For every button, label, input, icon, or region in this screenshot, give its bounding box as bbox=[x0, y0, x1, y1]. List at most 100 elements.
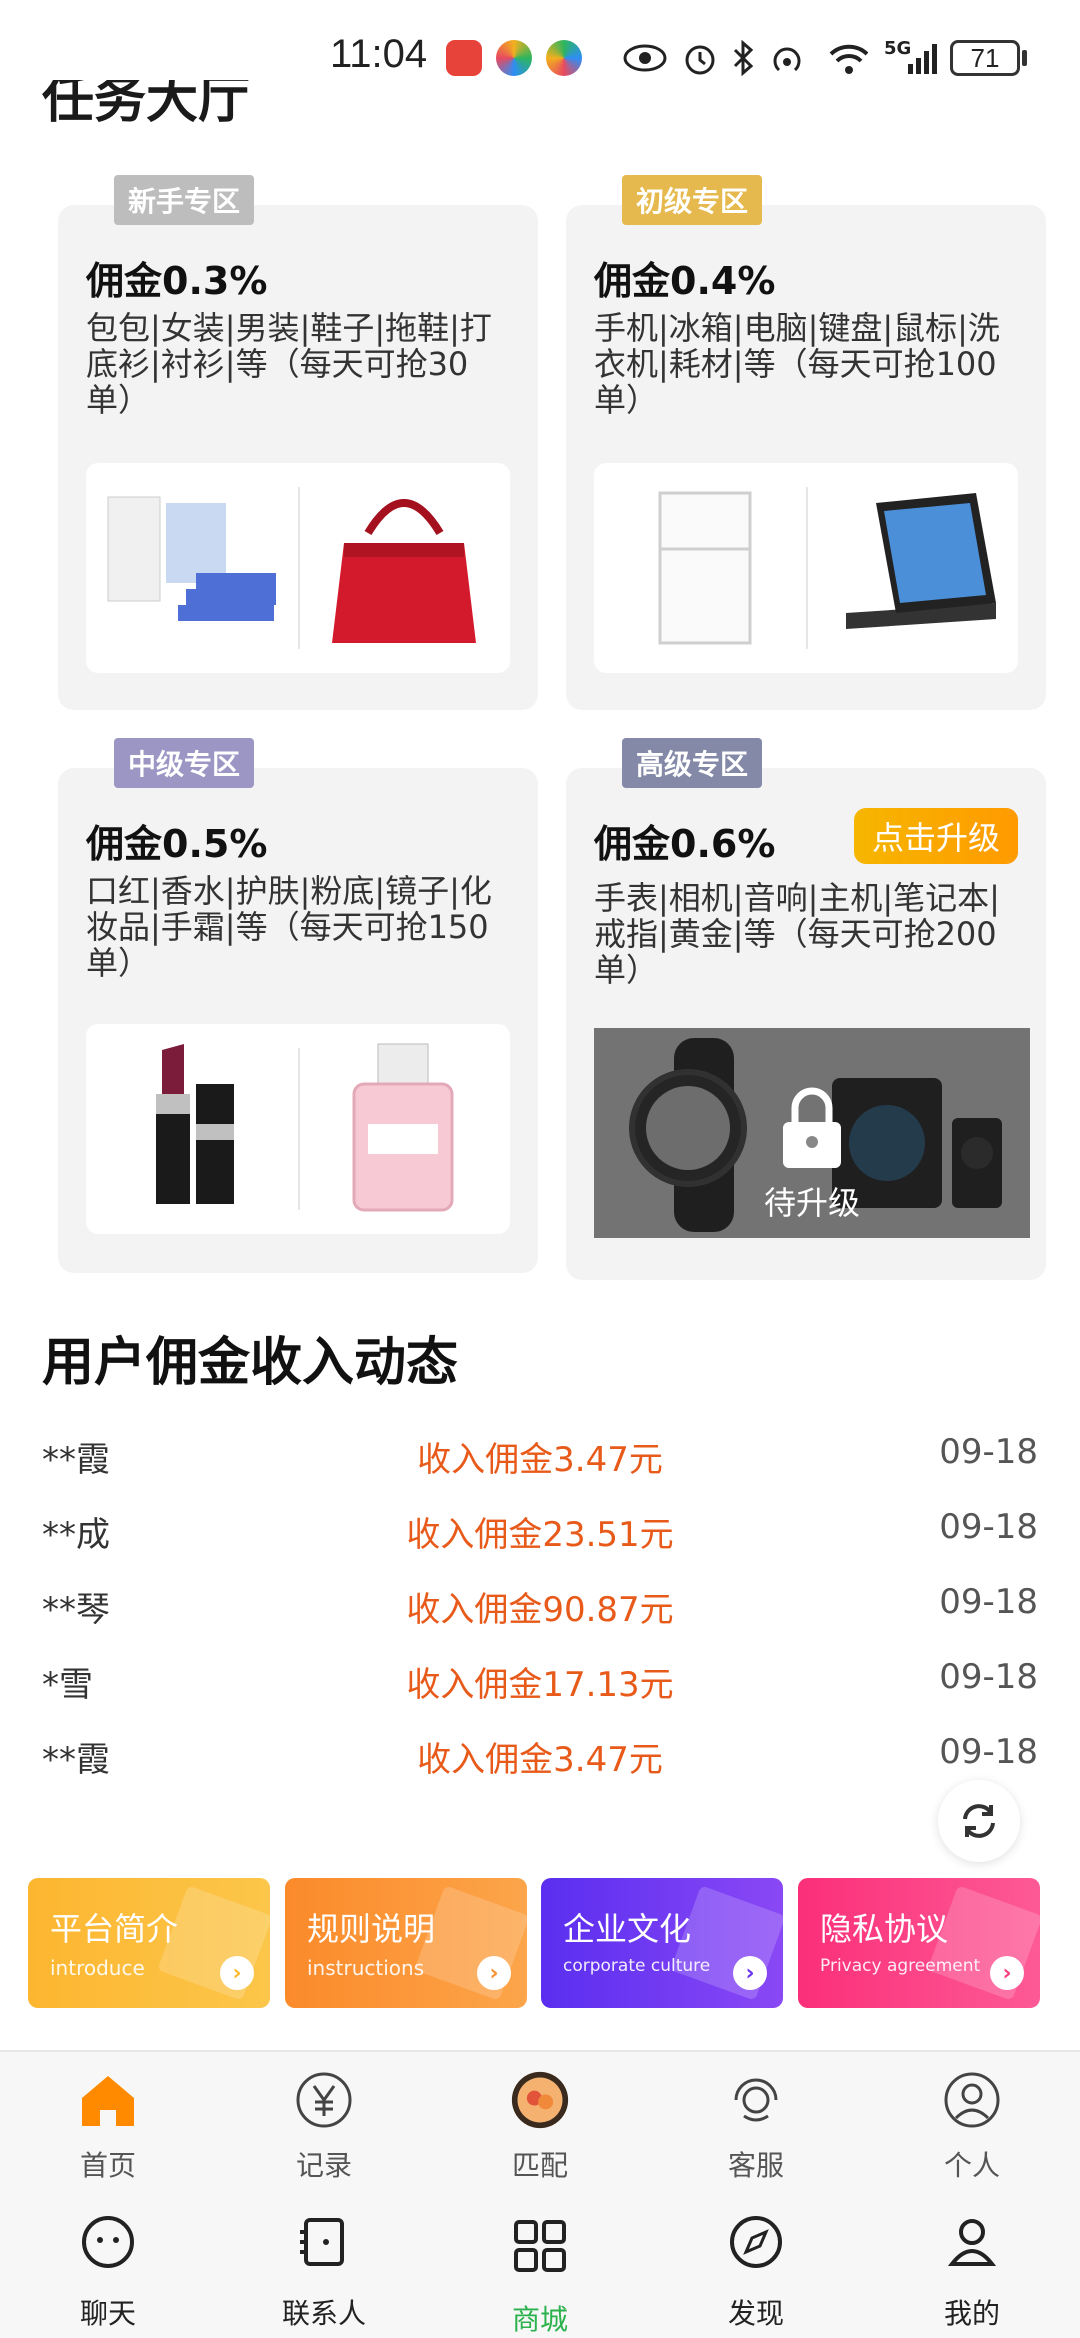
nav-me[interactable]: 我的 bbox=[864, 2190, 1080, 2338]
support-icon bbox=[726, 2070, 786, 2130]
feed-row: **霞 收入佣金3.47元 09-18 bbox=[42, 1432, 1038, 1492]
person-icon bbox=[942, 2212, 1002, 2272]
feed-date: 09-18 bbox=[939, 1507, 1038, 1547]
zone-card-senior[interactable]: 高级专区 佣金0.6% 点击升级 手表|相机|音响|主机|笔记本|戒指|黄金|等… bbox=[566, 738, 1046, 1280]
feed-row: **成 收入佣金23.51元 09-18 bbox=[42, 1507, 1038, 1567]
lock-label: 待升级 bbox=[763, 1184, 860, 1222]
feed-row: *雪 收入佣金17.13元 09-18 bbox=[42, 1657, 1038, 1717]
battery-indicator: 71 bbox=[950, 40, 1020, 76]
nav-label: 发现 bbox=[727, 2297, 784, 2330]
app-bottom-nav: 首页 记录 匹配 客服 个人 bbox=[0, 2050, 1080, 2190]
nav-label: 客服 bbox=[727, 2149, 784, 2182]
refresh-icon bbox=[963, 1804, 995, 1838]
chat-icon bbox=[78, 2212, 138, 2272]
status-time: 11:04 bbox=[330, 32, 428, 76]
zone-commission-rate: 佣金0.4% bbox=[594, 259, 776, 303]
huawei-app-icon bbox=[446, 40, 482, 76]
user-icon bbox=[942, 2070, 1002, 2130]
eye-icon bbox=[622, 38, 668, 78]
zone-tag: 中级专区 bbox=[114, 738, 255, 788]
feed-date: 09-18 bbox=[939, 1732, 1038, 1772]
app-icon bbox=[546, 40, 582, 76]
nav-label: 联系人 bbox=[281, 2297, 366, 2330]
zone-commission-rate: 佣金0.3% bbox=[86, 259, 268, 303]
alarm-icon bbox=[680, 38, 720, 78]
nav-label: 我的 bbox=[943, 2297, 1000, 2330]
card-title: 规则说明 bbox=[307, 1910, 436, 1948]
feed-date: 09-18 bbox=[939, 1582, 1038, 1622]
feed-row: **琴 收入佣金90.87元 09-18 bbox=[42, 1582, 1038, 1642]
chevron-right-icon: › bbox=[477, 1956, 511, 1990]
nav-chat[interactable]: 聊天 bbox=[0, 2190, 216, 2338]
lipstick-product-image bbox=[156, 1044, 234, 1204]
feed-amount: 收入佣金3.47元 bbox=[417, 1740, 663, 1780]
card-subtitle: introduce bbox=[50, 1956, 145, 1980]
handbag-product-image bbox=[332, 499, 476, 643]
zone-tag: 新手专区 bbox=[114, 175, 255, 225]
compass-icon bbox=[726, 2212, 786, 2272]
feed-date: 09-18 bbox=[939, 1432, 1038, 1472]
zone-tag: 高级专区 bbox=[622, 738, 763, 788]
privacy-card[interactable]: 隐私协议 Privacy agreement › bbox=[798, 1878, 1040, 2008]
bluetooth-icon bbox=[728, 38, 758, 78]
rules-card[interactable]: 规则说明 instructions › bbox=[285, 1878, 527, 2008]
mask-product-image bbox=[107, 496, 276, 621]
nav-label: 商城 bbox=[511, 2303, 568, 2336]
perfume-product-image bbox=[352, 1043, 454, 1212]
card-subtitle: Privacy agreement bbox=[820, 1956, 981, 1976]
grid-icon bbox=[510, 2216, 570, 2276]
card-title: 企业文化 bbox=[563, 1910, 692, 1948]
zone-product-images bbox=[86, 1024, 510, 1234]
zone-description: 手机|冰箱|电脑|键盘|鼠标|洗衣机|耗材|等（每天可抢100单） bbox=[594, 309, 1000, 419]
nav-label: 个人 bbox=[943, 2149, 1000, 2182]
nav-label: 聊天 bbox=[79, 2297, 136, 2330]
nav-mall[interactable]: 商城 bbox=[432, 2190, 648, 2338]
zone-product-images: 待升级 bbox=[594, 1028, 1030, 1238]
nav-home[interactable]: 首页 bbox=[0, 2052, 216, 2190]
upgrade-button[interactable]: 点击升级 bbox=[853, 808, 1018, 864]
chevron-right-icon: › bbox=[733, 1956, 767, 1990]
zone-description: 口红|香水|护肤|粉底|镜子|化妆品|手霜|等（每天可抢150单） bbox=[86, 872, 492, 982]
nav-label: 匹配 bbox=[511, 2149, 568, 2182]
zone-description: 手表|相机|音响|主机|笔记本|戒指|黄金|等（每天可抢200单） bbox=[594, 879, 1000, 989]
nav-contacts[interactable]: 联系人 bbox=[216, 2190, 432, 2338]
feed-amount: 收入佣金90.87元 bbox=[406, 1590, 674, 1630]
tablet-product-image bbox=[846, 493, 996, 629]
nav-profile[interactable]: 个人 bbox=[864, 2052, 1080, 2190]
host-bottom-nav: 聊天 联系人 商城 发现 我的 bbox=[0, 2190, 1080, 2338]
feed-amount: 收入佣金3.47元 bbox=[417, 1440, 663, 1480]
zone-card-novice[interactable]: 新手专区 佣金0.3% 包包|女装|男装|鞋子|拖鞋|打底衫|衬衫|等（每天可抢… bbox=[58, 175, 538, 710]
feed-amount: 收入佣金17.13元 bbox=[406, 1665, 674, 1705]
contacts-icon bbox=[294, 2212, 354, 2272]
zone-description: 包包|女装|男装|鞋子|拖鞋|打底衫|衬衫|等（每天可抢30单） bbox=[86, 309, 492, 419]
nav-support[interactable]: 客服 bbox=[648, 2052, 864, 2190]
intro-card[interactable]: 平台简介 introduce › bbox=[28, 1878, 270, 2008]
card-subtitle: corporate culture bbox=[563, 1956, 711, 1976]
battery-tip bbox=[1022, 50, 1027, 66]
zone-commission-rate: 佣金0.6% bbox=[594, 822, 776, 866]
card-title: 平台简介 bbox=[50, 1910, 179, 1948]
fridge-product-image bbox=[658, 491, 752, 645]
chevron-right-icon: › bbox=[220, 1956, 254, 1990]
nav-label: 首页 bbox=[79, 2149, 136, 2182]
zone-card-intermediate[interactable]: 中级专区 佣金0.5% 口红|香水|护肤|粉底|镜子|化妆品|手霜|等（每天可抢… bbox=[58, 738, 538, 1273]
nav-label: 记录 bbox=[295, 2149, 352, 2182]
zone-product-images bbox=[86, 463, 510, 673]
nav-records[interactable]: 记录 bbox=[216, 2052, 432, 2190]
nfc-icon bbox=[768, 38, 814, 78]
zone-product-images bbox=[594, 463, 1018, 673]
zone-tag: 初级专区 bbox=[622, 175, 763, 225]
culture-card[interactable]: 企业文化 corporate culture › bbox=[541, 1878, 783, 2008]
chevron-right-icon: › bbox=[990, 1956, 1024, 1990]
feed-title: 用户佣金收入动态 bbox=[42, 1333, 459, 1393]
nav-discover[interactable]: 发现 bbox=[648, 2190, 864, 2338]
card-title: 隐私协议 bbox=[820, 1910, 949, 1948]
yen-icon bbox=[294, 2070, 354, 2130]
refresh-button[interactable] bbox=[938, 1780, 1020, 1862]
nav-match[interactable]: 匹配 bbox=[432, 2052, 648, 2190]
zone-commission-rate: 佣金0.5% bbox=[86, 822, 268, 866]
app-icon bbox=[496, 40, 532, 76]
wifi-icon bbox=[826, 38, 872, 78]
zone-card-junior[interactable]: 初级专区 佣金0.4% 手机|冰箱|电脑|键盘|鼠标|洗衣机|耗材|等（每天可抢… bbox=[566, 175, 1046, 710]
match-icon bbox=[510, 2070, 570, 2130]
